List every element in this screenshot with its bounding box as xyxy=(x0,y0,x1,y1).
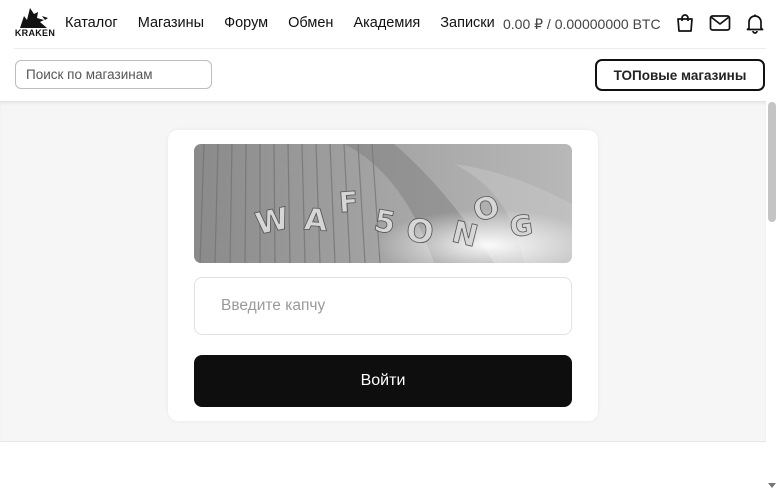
login-button[interactable]: Войти xyxy=(194,355,572,407)
captcha-image: W A F 5 O N O G xyxy=(194,144,572,263)
scroll-down-arrow-icon[interactable] xyxy=(768,483,776,488)
svg-text:O: O xyxy=(404,210,436,251)
svg-text:F: F xyxy=(338,185,359,219)
nav-exchange[interactable]: Обмен xyxy=(288,15,333,31)
top-shops-button[interactable]: ТОПовые магазины xyxy=(595,59,765,91)
nav-shops[interactable]: Магазины xyxy=(138,15,204,31)
footer-divider xyxy=(0,441,766,442)
nav-forum[interactable]: Форум xyxy=(224,15,268,31)
logo-text: KRAKEN xyxy=(14,28,56,38)
shop-search-input[interactable] xyxy=(15,60,212,89)
mail-icon[interactable] xyxy=(708,12,732,34)
svg-text:A: A xyxy=(303,202,329,239)
wallet-balance[interactable]: 0.00 ₽ / 0.00000000 BTC xyxy=(503,16,661,33)
sub-header: ТОПовые магазины xyxy=(0,49,766,101)
top-navigation-bar: KRAKEN Каталог Магазины Форум Обмен Акад… xyxy=(0,0,766,48)
nav-catalog[interactable]: Каталог xyxy=(65,15,118,31)
bell-icon[interactable] xyxy=(744,12,766,34)
page-scrollbar[interactable] xyxy=(766,0,780,493)
captcha-input[interactable] xyxy=(194,277,572,335)
kraken-mascot-icon xyxy=(20,8,48,28)
kraken-logo[interactable]: KRAKEN xyxy=(14,6,56,38)
nav-academy[interactable]: Академия xyxy=(353,15,420,31)
main-nav: Каталог Магазины Форум Обмен Академия За… xyxy=(65,15,515,31)
nav-notes[interactable]: Записки xyxy=(440,15,494,31)
captcha-card: W A F 5 O N O G Войти xyxy=(168,130,598,421)
svg-text:G: G xyxy=(508,208,535,244)
scrollbar-thumb[interactable] xyxy=(768,102,776,222)
shopping-bag-icon[interactable] xyxy=(674,12,696,34)
main-content: W A F 5 O N O G Войти xyxy=(0,101,766,441)
